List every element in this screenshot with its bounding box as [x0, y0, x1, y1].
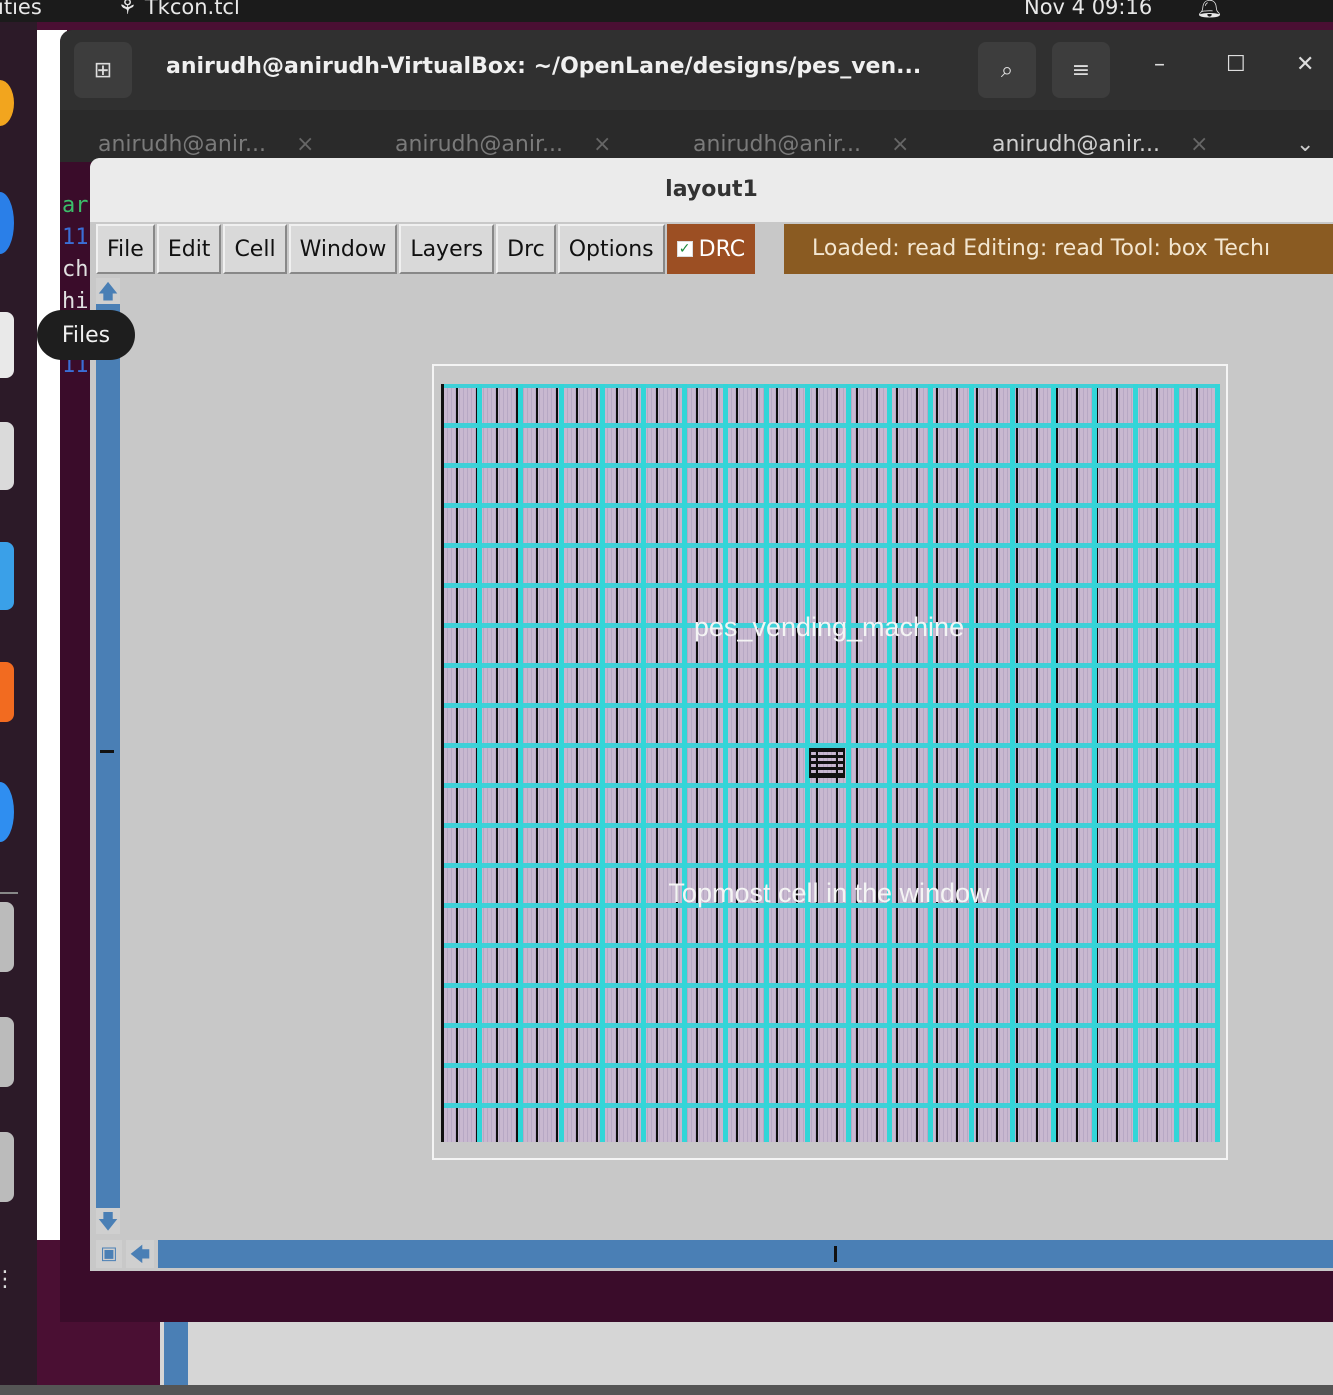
dock: ⋮ [0, 22, 37, 1395]
tab-close-icon[interactable]: × [1190, 132, 1208, 157]
software-icon[interactable] [0, 662, 14, 722]
tab[interactable]: anirudh@anir... × [395, 132, 611, 157]
vertical-scrollbar[interactable]: 🡅 🡇 [96, 278, 120, 1234]
tab-close-icon[interactable]: × [593, 132, 611, 157]
dock-tooltip: Files [37, 310, 135, 360]
background-panel [160, 1322, 1333, 1385]
terminal-title: anirudh@anirudh-VirtualBox: ~/OpenLane/d… [166, 54, 922, 79]
drc-label: DRC [698, 236, 746, 262]
bell-icon[interactable]: 🔔︎ [1196, 0, 1223, 20]
terminal-line: ch [62, 257, 89, 282]
top-bar: ities ⚘ Tkcon.tcl Nov 4 09:16 🔔︎ [0, 0, 1333, 22]
terminal-tabs: anirudh@anir... × anirudh@anir... × anirud… [60, 110, 1333, 162]
maximize-icon[interactable]: ☐ [1226, 52, 1246, 77]
new-tab-icon[interactable]: ⊞ [74, 42, 132, 98]
menu-edit[interactable]: Edit [156, 224, 222, 274]
terminal-line: ar [62, 193, 89, 218]
close-icon[interactable]: ✕ [1296, 52, 1314, 77]
cell-name-label: pes_vending_machine [693, 612, 965, 642]
app-name: Tkcon.tcl [144, 0, 240, 19]
browser-icon[interactable] [0, 192, 14, 254]
terminal-header: ⊞ anirudh@anirudh-VirtualBox: ~/OpenLane… [60, 30, 1333, 110]
layout-window: layout1 File Edit Cell Window Layers Drc… [90, 158, 1333, 1271]
chevron-down-icon[interactable]: ⌄ [1296, 132, 1314, 157]
tab-close-icon[interactable]: × [891, 132, 909, 157]
cell-instance-icon [809, 748, 845, 778]
menu-file[interactable]: File [96, 224, 155, 274]
status-bar: Loaded: read Editing: read Tool: box Tec… [784, 224, 1333, 274]
drive-icon-2[interactable] [0, 1017, 14, 1087]
help-icon[interactable] [0, 782, 14, 842]
horizontal-scrollbar[interactable]: ▣ 🡄 [96, 1240, 1333, 1268]
drc-toggle[interactable]: ✓ DRC [666, 224, 756, 274]
apps-grid-icon[interactable]: ⋮ [0, 1267, 22, 1337]
menu-layers[interactable]: Layers [399, 224, 495, 274]
app-menu[interactable]: ⚘ Tkcon.tcl [118, 0, 240, 19]
terminal-line: 11 [62, 225, 89, 250]
drive-icon[interactable] [0, 902, 14, 972]
menu-cell[interactable]: Cell [223, 224, 287, 274]
checkbox-icon[interactable]: ✓ [676, 241, 693, 257]
arrow-left-icon[interactable]: 🡄 [126, 1240, 154, 1268]
clock[interactable]: Nov 4 09:16 [1024, 0, 1152, 19]
background-scrollbar [164, 1322, 188, 1385]
activities-button[interactable]: ities [0, 0, 42, 19]
firefox-icon[interactable] [0, 80, 14, 126]
zoom-box-icon[interactable]: ▣ [96, 1240, 122, 1268]
horizontal-scroll-track[interactable] [158, 1240, 1333, 1268]
search-icon[interactable]: ⌕ [978, 42, 1036, 98]
tkcon-icon: ⚘ [118, 0, 137, 19]
app-icon[interactable] [0, 422, 14, 490]
scroll-position-marker [834, 1246, 837, 1262]
menu-drc[interactable]: Drc [496, 224, 556, 274]
writer-icon[interactable] [0, 542, 14, 610]
scroll-position-marker [100, 750, 114, 753]
drive-icon-3[interactable] [0, 1132, 14, 1202]
arrow-up-icon[interactable]: 🡅 [96, 278, 120, 304]
tab[interactable]: anirudh@anir... × [693, 132, 909, 157]
tab-close-icon[interactable]: × [296, 132, 314, 157]
arrow-down-icon[interactable]: 🡇 [96, 1208, 120, 1234]
bottom-strip [0, 1385, 1333, 1395]
hamburger-menu-icon[interactable]: ≡ [1052, 42, 1110, 98]
minimize-icon[interactable]: – [1154, 52, 1165, 77]
tab[interactable]: anirudh@anir... × [98, 132, 314, 157]
tab-active[interactable]: anirudh@anir... × [992, 132, 1208, 157]
layout-title: layout1 [90, 158, 1333, 222]
menu-window[interactable]: Window [288, 224, 398, 274]
cell-caption: Topmost cell in the window [668, 878, 990, 908]
layout-menubar: File Edit Cell Window Layers Drc Options… [96, 224, 756, 274]
dock-separator [0, 892, 18, 894]
menu-options[interactable]: Options [557, 224, 665, 274]
files-icon[interactable] [0, 312, 14, 378]
